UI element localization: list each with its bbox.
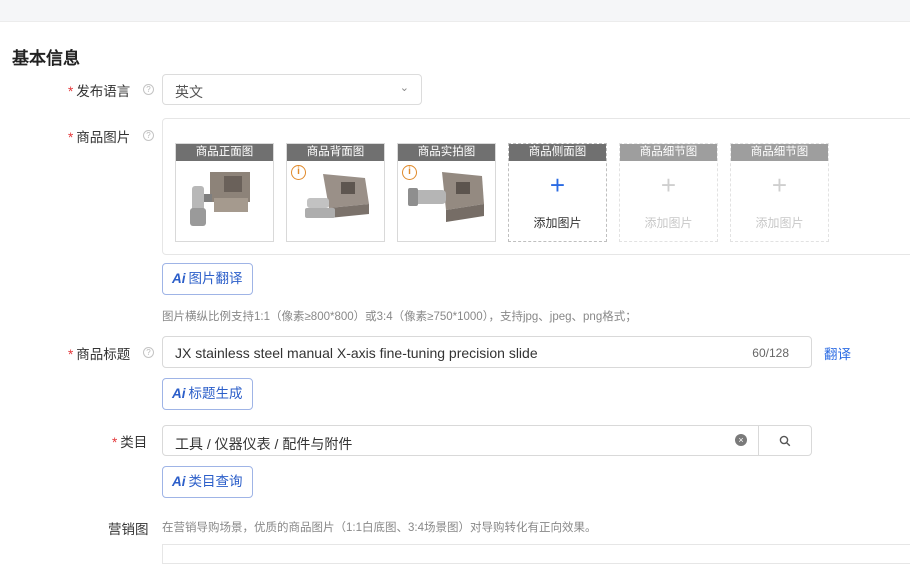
help-icon[interactable]: ? [143,130,154,141]
ai-icon: Ai [172,271,186,286]
category-query-button[interactable]: Ai 类目查询 [162,466,253,498]
title-input[interactable]: JX stainless steel manual X-axis fine-tu… [162,336,812,368]
ai-icon: Ai [172,474,186,489]
help-icon[interactable]: ? [143,347,154,358]
image-hint: 图片横纵比例支持1:1（像素≥800*800）或3:4（像素≥750*1000）… [162,311,637,323]
category-input[interactable]: 工具 / 仪器仪表 / 配件与附件 × [162,425,759,456]
image-translate-button[interactable]: Ai 图片翻译 [162,263,253,295]
image-card-caption: 商品背面图 [287,144,384,161]
images-label: * 商品图片 [68,130,131,145]
warning-icon: i [291,165,306,180]
section-title: 基本信息 [12,49,80,68]
image-card-caption: 商品实拍图 [398,144,495,161]
translate-link[interactable]: 翻译 [824,343,851,363]
plus-icon: + [771,170,788,200]
image-card-caption: 商品细节图 [620,144,717,161]
title-label: * 商品标题 [68,347,131,362]
add-image-label: 添加图片 [644,216,693,230]
chevron-down-icon: ⌄ [399,82,409,94]
top-bar [0,0,910,22]
language-select[interactable]: 英文 ⌄ [162,74,422,105]
image-card-photo[interactable]: 商品实拍图 i [397,143,496,242]
product-photo [408,172,484,222]
image-card-caption: 商品侧面图 [509,144,606,161]
search-icon [779,435,791,447]
image-card-side[interactable]: 商品侧面图 + 添加图片 [508,143,607,242]
help-icon[interactable]: ? [143,84,154,95]
plus-icon: + [549,170,566,200]
marketing-panel [162,544,910,564]
marketing-label: 营销图 [108,522,149,537]
plus-icon: + [660,170,677,200]
category-value: 工具 / 仪器仪表 / 配件与附件 [175,436,353,452]
char-counter: 60/128 [752,346,789,360]
image-card-front[interactable]: 商品正面图 [175,143,274,242]
marketing-hint: 在营销导购场景，优质的商品图片（1:1白底图、3:4场景图）对导购转化有正向效果… [162,522,597,534]
product-photo [305,174,369,218]
image-card-caption: 商品正面图 [176,144,273,161]
product-photo [190,172,250,226]
image-card-back[interactable]: 商品背面图 i [286,143,385,242]
ai-icon: Ai [172,386,186,401]
title-generate-button[interactable]: Ai 标题生成 [162,378,253,410]
category-label: * 类目 [112,435,148,450]
image-card-caption: 商品细节图 [731,144,828,161]
category-search-button[interactable] [758,425,812,456]
add-image-label: 添加图片 [533,216,582,230]
image-card-detail: 商品细节图 + 添加图片 [730,143,829,242]
add-image-label: 添加图片 [755,216,804,230]
title-value: JX stainless steel manual X-axis fine-tu… [175,345,538,361]
warning-icon: i [402,165,417,180]
language-label: * 发布语言 [68,84,131,99]
clear-icon[interactable]: × [735,434,747,446]
image-card-detail: 商品细节图 + 添加图片 [619,143,718,242]
language-value: 英文 [175,84,203,100]
